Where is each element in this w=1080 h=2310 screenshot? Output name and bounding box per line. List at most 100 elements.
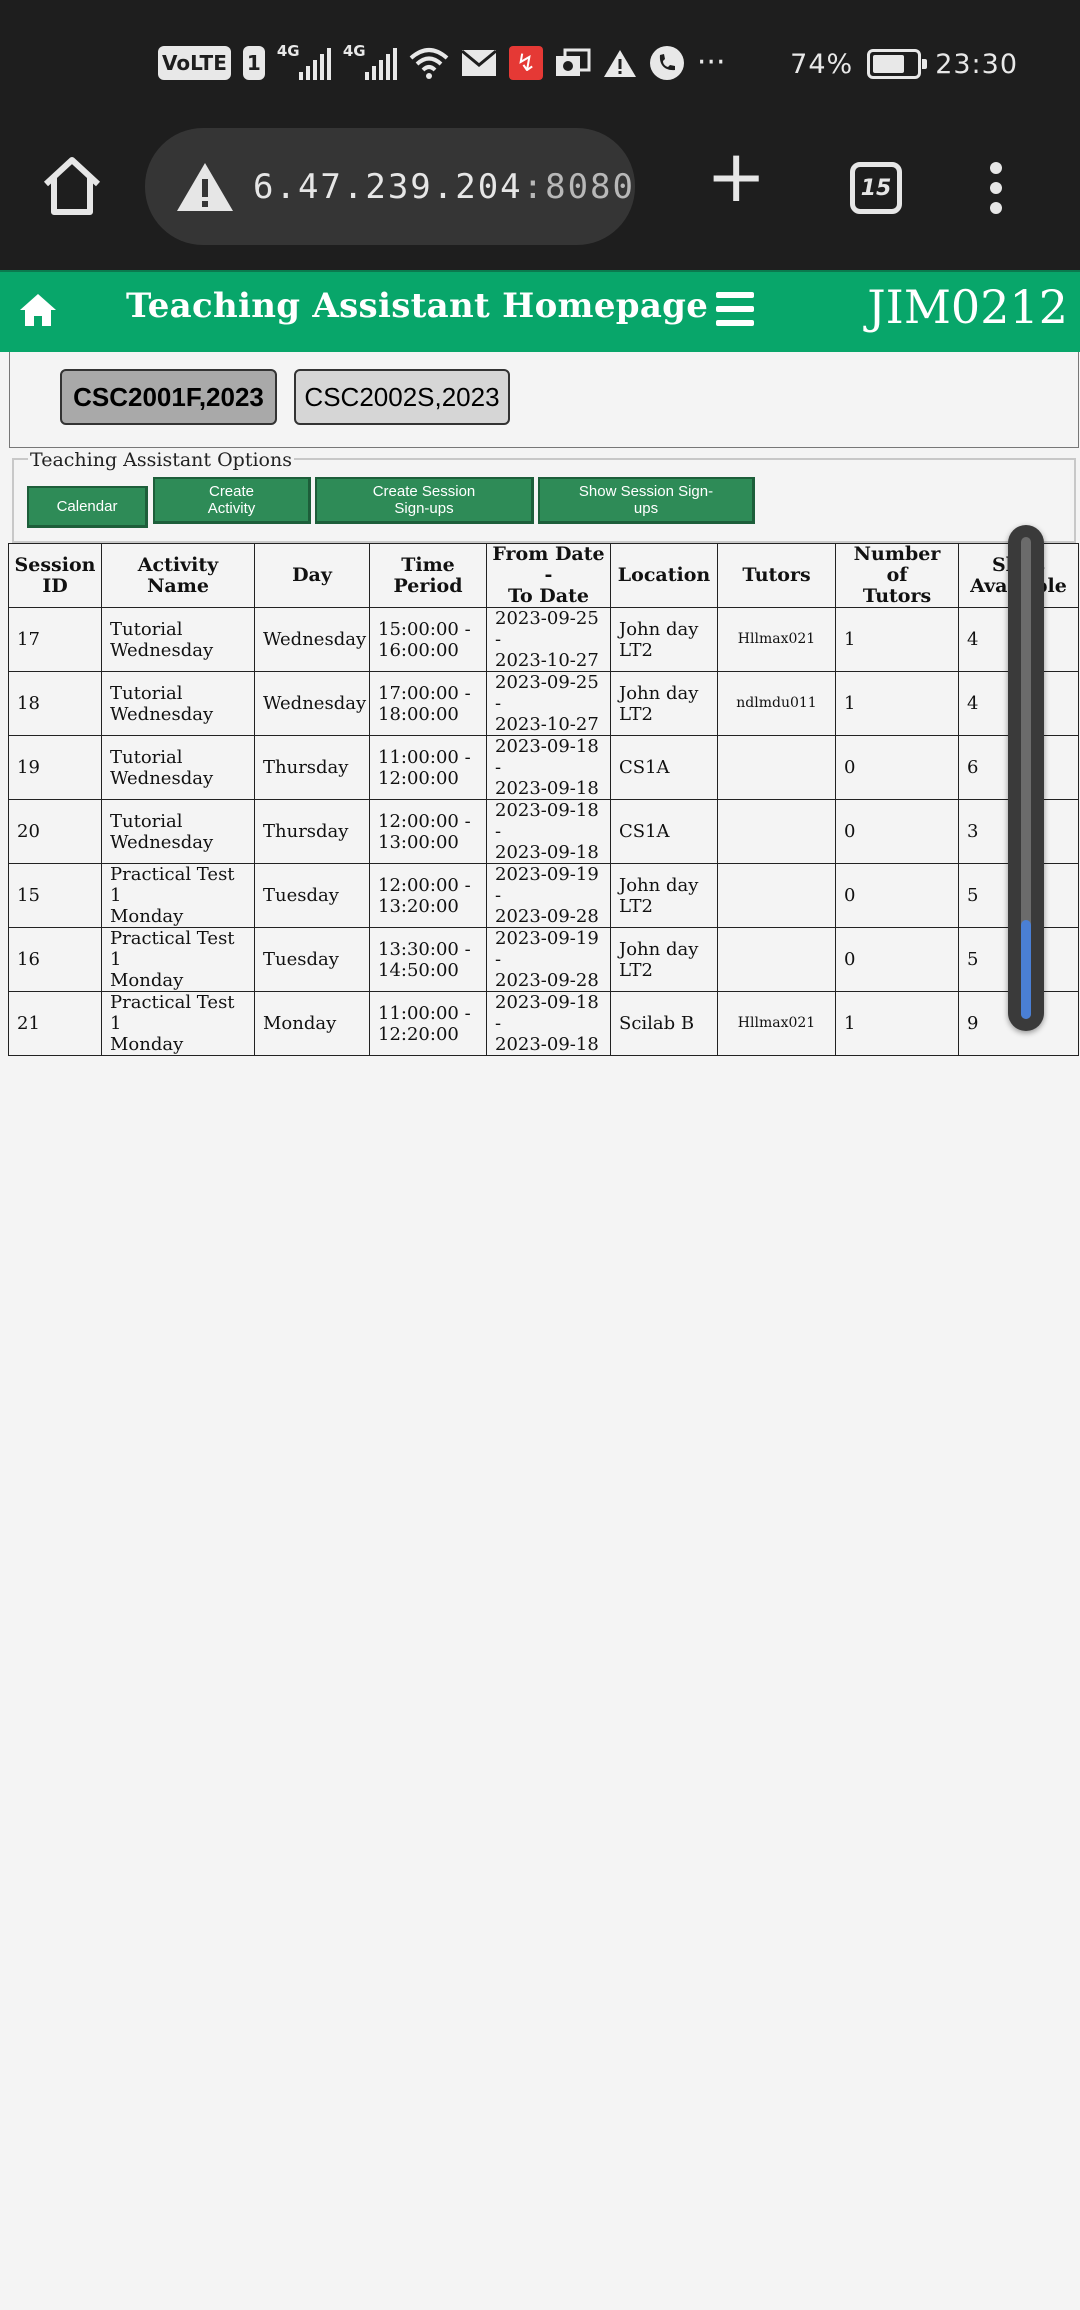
cell-day: Monday	[254, 991, 370, 1056]
mail-icon	[460, 49, 497, 76]
home-icon[interactable]	[38, 152, 106, 220]
status-right: 74% 23:30	[790, 44, 1018, 84]
cell-location: Scilab B	[610, 991, 718, 1056]
cell-day: Thursday	[254, 799, 370, 864]
cell-location: John day LT2	[610, 863, 718, 928]
create-activity-label-1: Create	[208, 483, 255, 500]
url-text[interactable]: 6.47.239.204:8080	[253, 167, 635, 207]
scrollbar[interactable]	[1008, 525, 1044, 1031]
cell-day: Tuesday	[254, 863, 370, 928]
course-button-csc2002s[interactable]: CSC2002S,2023	[294, 369, 510, 425]
cell-activity-name: Tutorial Wednesday	[101, 607, 255, 672]
battery-percent: 74%	[790, 48, 854, 80]
scroll-thumb[interactable]	[1021, 920, 1031, 1019]
cell-tutors: ndlmdu011	[717, 671, 836, 736]
col-time-period: Time Period	[369, 543, 487, 608]
create-session-signups-button[interactable]: Create Session Sign-ups	[315, 477, 534, 524]
sim-icon: 1	[242, 46, 265, 80]
col-dates: From Date - To Date	[486, 543, 611, 608]
status-bar: VoLTE 1 4G 4G ↯ ··· 74% 23:30	[0, 0, 1080, 128]
table-row: 15 Practical Test 1 Monday Tuesday 12:00:00 …	[8, 863, 1079, 928]
signal-icon: 4G	[343, 42, 397, 80]
cell-day: Wednesday	[254, 671, 370, 736]
cell-time-period: 12:00:00 -13:00:00	[369, 799, 487, 864]
table-row: 16 Practical Test 1 Monday Tuesday 13:30:00 …	[8, 927, 1079, 992]
create-signups-label-1: Create Session	[372, 483, 476, 500]
cell-number-of-tutors: 0	[835, 735, 959, 800]
cell-session-id: 20	[8, 799, 102, 864]
cell-activity-name: Tutorial Wednesday	[101, 799, 255, 864]
clock: 23:30	[935, 48, 1018, 80]
alert-app-icon: ↯	[508, 46, 543, 80]
cell-tutors	[717, 863, 836, 928]
col-tutors: Tutors	[717, 543, 836, 608]
col-day: Day	[254, 543, 370, 608]
cell-time-period: 15:00:00 -16:00:00	[369, 607, 487, 672]
cell-location: CS1A	[610, 735, 718, 800]
url-port: :8080	[522, 166, 635, 207]
volte-icon: VoLTE	[158, 46, 231, 80]
col-session-id: Session ID	[8, 543, 102, 608]
cell-number-of-tutors: 1	[835, 991, 959, 1056]
show-signups-label-2: ups	[633, 500, 659, 517]
cell-session-id: 21	[8, 991, 102, 1056]
cell-number-of-tutors: 0	[835, 927, 959, 992]
battery-fill	[873, 55, 905, 73]
cell-day: Tuesday	[254, 927, 370, 992]
cell-location: CS1A	[610, 799, 718, 864]
cell-tutors: Hllmax021	[717, 991, 836, 1056]
calendar-button[interactable]: Calendar	[27, 486, 148, 528]
wifi-icon	[409, 48, 449, 79]
cell-time-period: 11:00:00 -12:00:00	[369, 735, 487, 800]
cell-session-id: 17	[8, 607, 102, 672]
cell-dates: 2023-09-18 -2023-09-18	[486, 799, 611, 864]
sessions-table: Session ID Activity Name Day Time Period F…	[8, 543, 1079, 1056]
cell-dates: 2023-09-18 -2023-09-18	[486, 991, 611, 1056]
status-icons: VoLTE 1 4G 4G ↯ ···	[158, 42, 726, 82]
table-row: 21 Practical Test 1 Monday Monday 11:00:00 -…	[8, 991, 1079, 1056]
more-icon: ···	[696, 45, 726, 80]
address-bar[interactable]: 6.47.239.204:8080	[145, 128, 635, 245]
col-activity-name: Activity Name	[101, 543, 255, 608]
kebab-menu-icon[interactable]	[986, 162, 1006, 214]
cell-activity-name: Tutorial Wednesday	[101, 671, 255, 736]
cell-number-of-tutors: 0	[835, 863, 959, 928]
cell-activity-name: Practical Test 1 Monday	[101, 991, 255, 1056]
cell-number-of-tutors: 1	[835, 607, 959, 672]
tabs-icon[interactable]: 15	[850, 162, 902, 214]
phone-icon	[649, 46, 684, 80]
course-button-csc2001f[interactable]: CSC2001F,2023	[60, 369, 277, 425]
home-icon[interactable]	[18, 290, 58, 330]
hamburger-menu-icon[interactable]	[716, 292, 754, 326]
warning-icon	[603, 50, 636, 77]
show-session-signups-button[interactable]: Show Session Sign- ups	[538, 477, 755, 524]
tab-count: 15	[860, 175, 892, 201]
create-activity-button[interactable]: Create Activity	[153, 477, 311, 524]
create-activity-label-2: Activity	[207, 500, 256, 517]
cell-session-id: 16	[8, 927, 102, 992]
cell-location: John day LT2	[610, 607, 718, 672]
ta-options: Teaching Assistant Options Calendar Crea…	[12, 449, 1076, 543]
cell-dates: 2023-09-25 -2023-10-27	[486, 607, 611, 672]
insecure-warning-icon[interactable]	[175, 161, 235, 213]
show-signups-label-1: Show Session Sign-	[578, 483, 714, 500]
plus-icon[interactable]: +	[706, 140, 766, 212]
battery-icon	[867, 49, 928, 79]
table-row: 19 Tutorial Wednesday Thursday 11:00:00 -12:…	[8, 735, 1079, 800]
cell-tutors: Hllmax021	[717, 607, 836, 672]
create-signups-label-2: Sign-ups	[394, 500, 454, 517]
cell-session-id: 15	[8, 863, 102, 928]
cell-dates: 2023-09-19 -2023-09-28	[486, 927, 611, 992]
app-header: Teaching Assistant Homepage JIM0212	[0, 270, 1080, 352]
options-legend: Teaching Assistant Options	[28, 449, 294, 471]
cell-session-id: 18	[8, 671, 102, 736]
col-location: Location	[610, 543, 718, 608]
cell-time-period: 17:00:00 -18:00:00	[369, 671, 487, 736]
course-selector: CSC2001F,2023 CSC2002S,2023	[9, 352, 1079, 448]
page-title: Teaching Assistant Homepage	[126, 286, 709, 326]
cell-time-period: 11:00:00 -12:20:00	[369, 991, 487, 1056]
browser-toolbar: 6.47.239.204:8080 + 15	[0, 128, 1080, 270]
cell-tutors	[717, 799, 836, 864]
table-header-row: Session ID Activity Name Day Time Period F…	[8, 543, 1079, 608]
cell-dates: 2023-09-25 -2023-10-27	[486, 671, 611, 736]
